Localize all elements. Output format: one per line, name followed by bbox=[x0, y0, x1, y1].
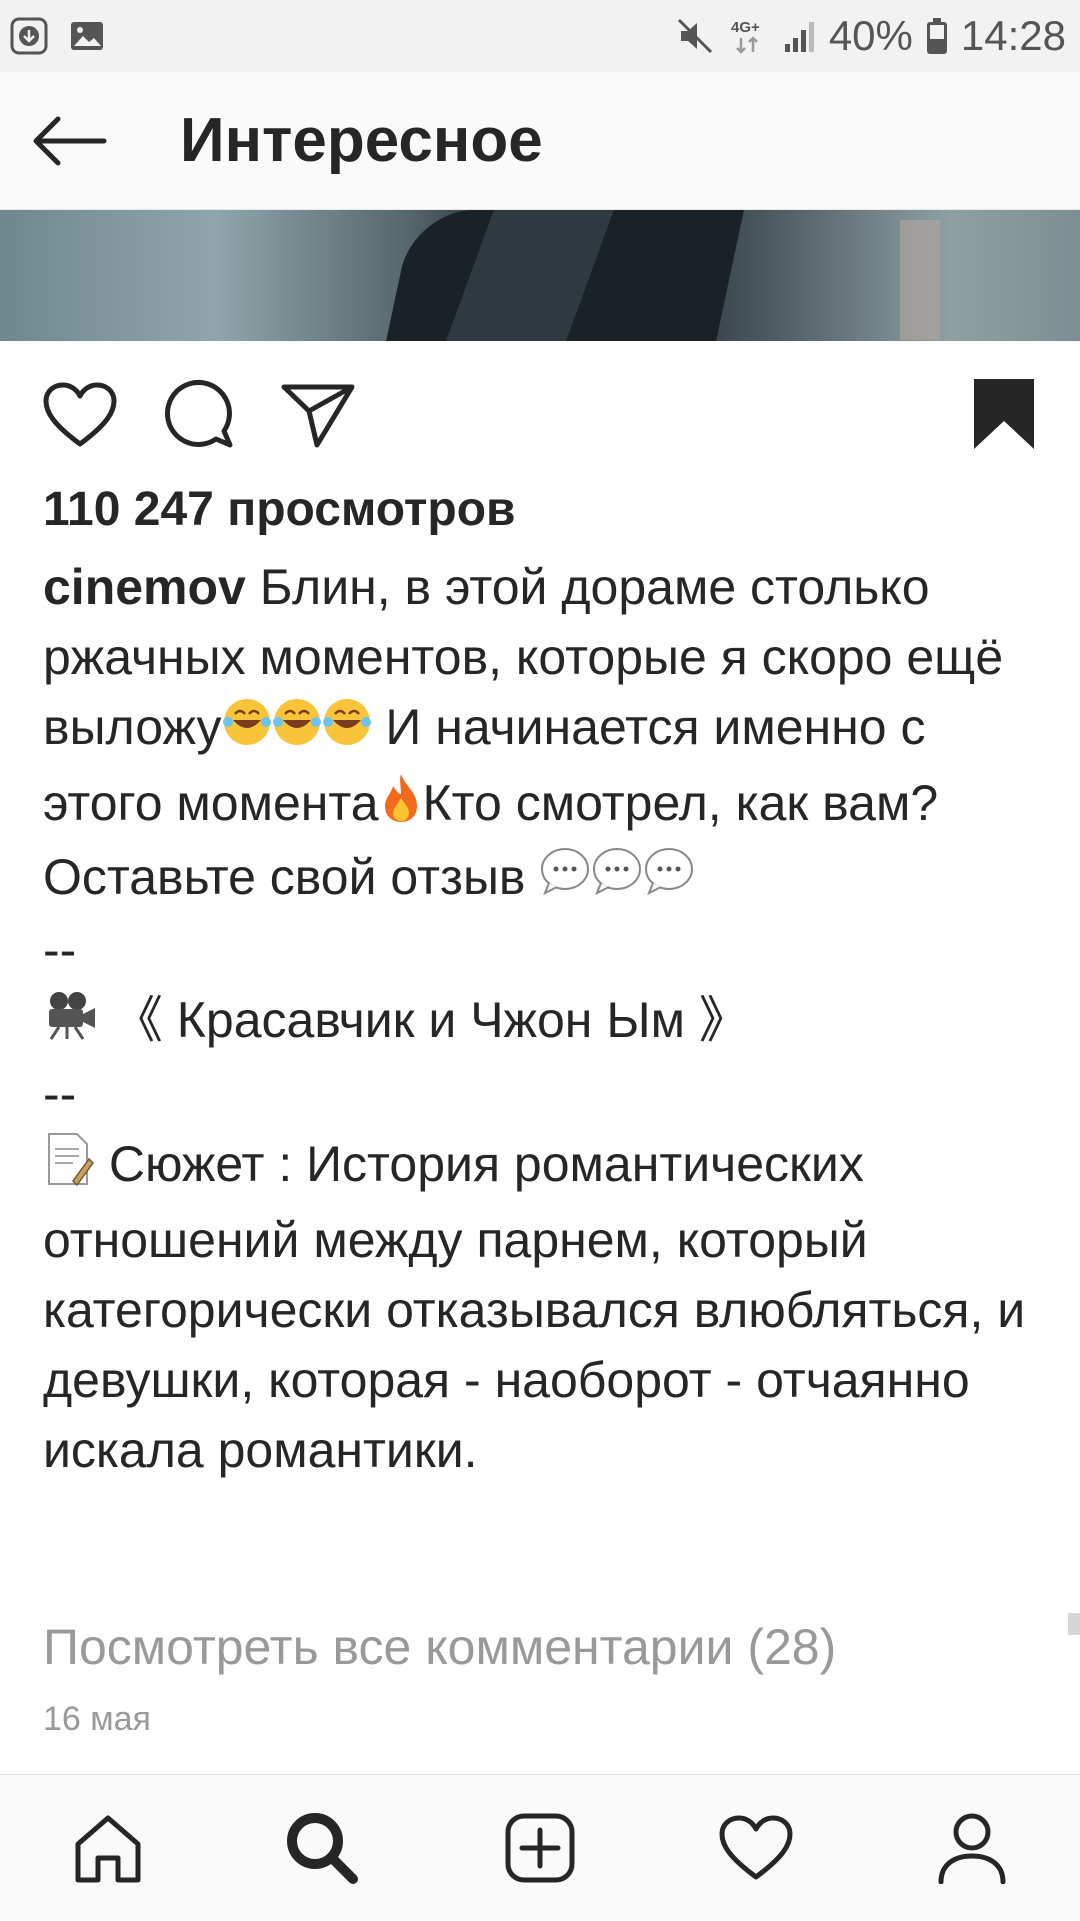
app-header: Интересное bbox=[0, 72, 1080, 210]
caption-paragraph: Сюжет : История романтических отношений … bbox=[43, 1129, 1053, 1485]
speech-bubble-icon bbox=[164, 379, 233, 448]
bookmark-filled-icon bbox=[974, 379, 1034, 449]
mute-icon bbox=[675, 16, 715, 56]
comment-button[interactable] bbox=[160, 375, 240, 455]
share-button[interactable] bbox=[278, 375, 358, 455]
profile-icon bbox=[938, 1813, 1006, 1884]
view-count: 110 247 просмотров bbox=[43, 483, 516, 536]
view-all-comments-link[interactable]: Посмотреть все комментарии (28) bbox=[43, 1618, 836, 1676]
nav-search[interactable] bbox=[262, 1775, 382, 1921]
post-caption: cinemov Блин, в этой дораме столько ржач… bbox=[43, 552, 1053, 1485]
arrow-left-icon bbox=[33, 116, 107, 165]
battery-icon bbox=[925, 16, 949, 56]
laughing-emoji-icon bbox=[222, 694, 372, 768]
caption-paragraph: cinemov Блин, в этой дораме столько ржач… bbox=[43, 552, 1053, 842]
network-type-label: 4G+ bbox=[731, 19, 760, 36]
speech-balloon-emoji-icon bbox=[539, 845, 699, 915]
search-icon bbox=[287, 1813, 358, 1884]
movie-camera-emoji-icon bbox=[43, 989, 99, 1059]
paper-plane-icon bbox=[281, 384, 355, 448]
battery-percent: 40% bbox=[828, 12, 913, 59]
caption-paragraph: 《 Красавчик и Чжон Ым 》 bbox=[43, 985, 1053, 1059]
heart-outline-icon bbox=[43, 382, 117, 447]
home-icon bbox=[75, 1815, 141, 1883]
scrollbar-thumb[interactable] bbox=[1068, 1613, 1080, 1635]
caption-separator: -- bbox=[43, 922, 77, 979]
bottom-navigation bbox=[0, 1774, 1080, 1920]
add-post-icon bbox=[505, 1813, 575, 1883]
post-username[interactable]: cinemov bbox=[43, 559, 246, 615]
back-button[interactable] bbox=[0, 72, 140, 210]
clock: 14:28 bbox=[960, 12, 1066, 59]
media-background-person bbox=[900, 220, 940, 340]
nav-new-post[interactable] bbox=[480, 1775, 600, 1921]
caption-line: Оставьте свой отзыв bbox=[43, 848, 526, 905]
nav-home[interactable] bbox=[48, 1775, 168, 1921]
caption-separator: -- bbox=[43, 1066, 77, 1123]
post-date: 16 мая bbox=[43, 1700, 151, 1738]
drama-title: 《 Красавчик и Чжон Ым 》 bbox=[112, 992, 749, 1049]
download-notification-icon bbox=[10, 17, 48, 55]
gallery-notification-icon bbox=[68, 17, 106, 55]
plot-description: Сюжет : История романтических отношений … bbox=[43, 1136, 1026, 1478]
post-actions bbox=[0, 341, 1080, 481]
memo-emoji-icon bbox=[43, 1131, 95, 1205]
post-media[interactable] bbox=[0, 210, 1080, 341]
status-bar: 4G+ 40% 14:28 bbox=[0, 0, 1080, 72]
nav-activity[interactable] bbox=[696, 1775, 816, 1921]
fire-emoji-icon bbox=[379, 772, 423, 842]
page-title: Интересное bbox=[180, 106, 543, 175]
like-button[interactable] bbox=[38, 375, 122, 455]
network-type-icon: 4G+ bbox=[727, 16, 771, 56]
signal-icon bbox=[783, 16, 817, 56]
caption-paragraph: Оставьте свой отзыв bbox=[43, 842, 1053, 916]
save-button[interactable] bbox=[964, 369, 1044, 459]
activity-heart-icon bbox=[719, 1815, 793, 1880]
caption-line: Кто смотрел, как вам? bbox=[422, 774, 939, 831]
nav-profile[interactable] bbox=[912, 1775, 1032, 1921]
